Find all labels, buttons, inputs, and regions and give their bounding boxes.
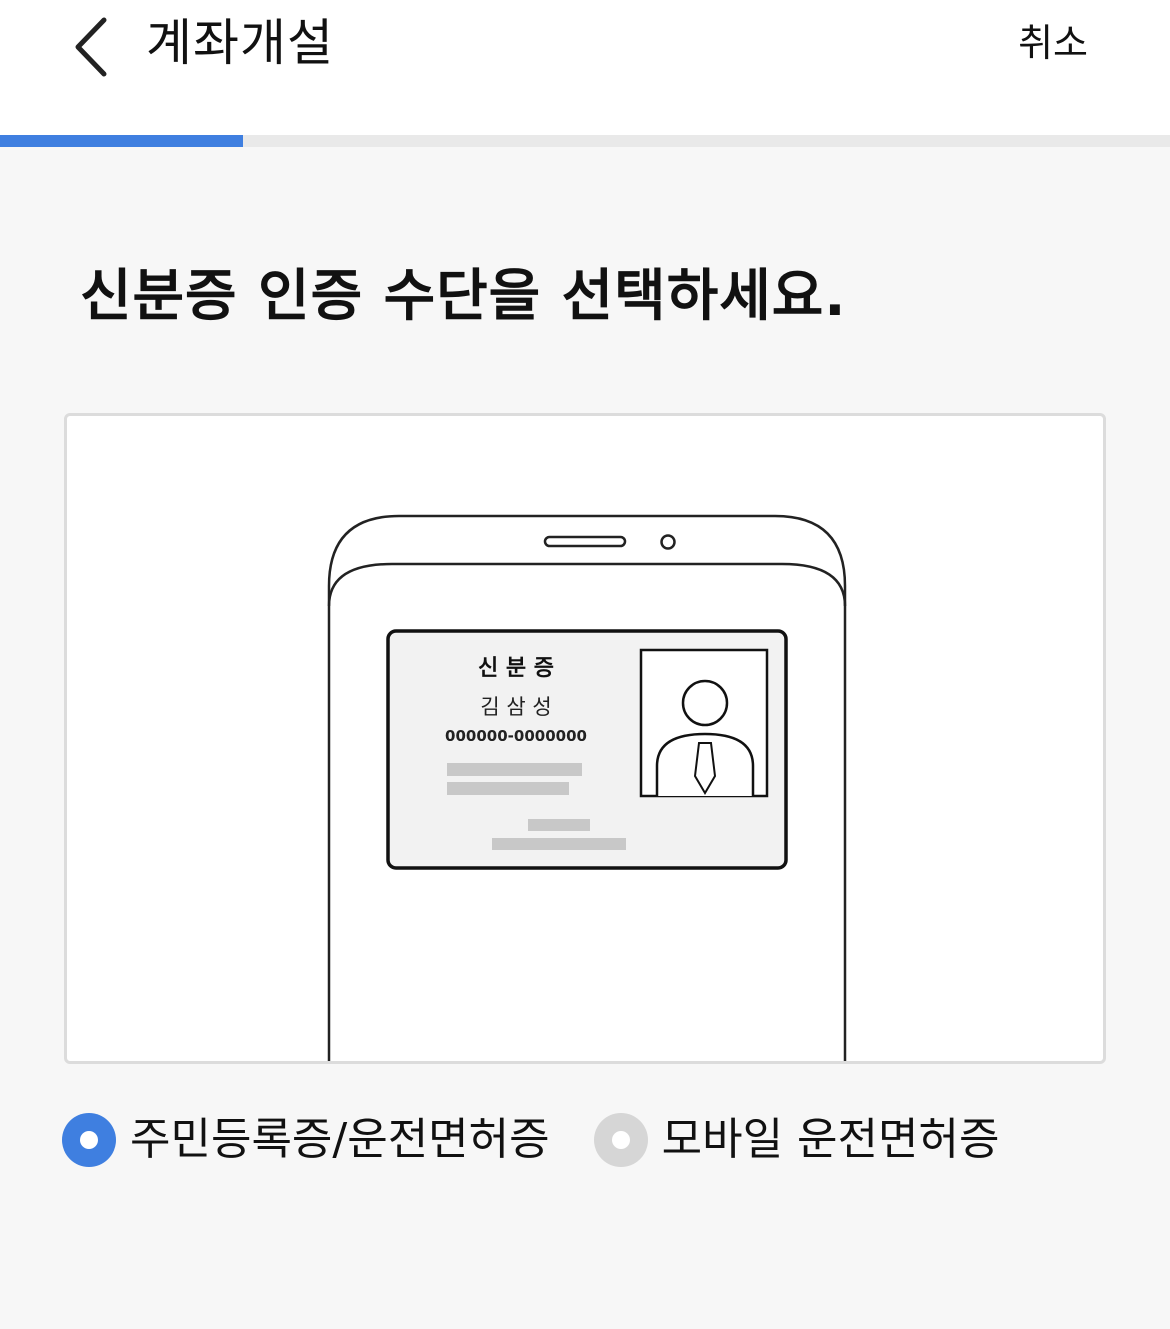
id-card-icon: 신 분 증 김 삼 성 000000-0000000 xyxy=(386,629,788,870)
app-header: 계좌개설 취소 xyxy=(0,0,1170,135)
chevron-left-icon xyxy=(75,17,107,77)
progress-bar xyxy=(0,135,1170,147)
placeholder-bar xyxy=(492,838,626,850)
id-method-options: 주민등록증/운전면허증 모바일 운전면허증 xyxy=(62,1108,1043,1172)
placeholder-bar xyxy=(447,763,582,776)
camera-icon xyxy=(660,534,676,550)
placeholder-bar xyxy=(528,819,590,831)
option-label-mobile-license: 모바일 운전면허증 xyxy=(661,1114,1000,1165)
radio-button-resident-license[interactable] xyxy=(62,1113,116,1167)
page-title: 계좌개설 xyxy=(146,14,334,72)
id-card-name: 김 삼 성 xyxy=(480,695,551,719)
radio-button-mobile-license[interactable] xyxy=(593,1113,648,1167)
radio-dot xyxy=(611,1131,630,1149)
back-button[interactable] xyxy=(60,12,124,82)
option-resident-license[interactable]: 주민등록증/운전면허증 xyxy=(62,1110,550,1170)
cancel-button[interactable]: 취소 xyxy=(1018,18,1088,68)
id-illustration-box: 신 분 증 김 삼 성 000000-0000000 xyxy=(64,413,1106,1064)
progress-bar-fill xyxy=(0,135,244,147)
id-card-title: 신 분 증 xyxy=(478,656,554,681)
radio-dot xyxy=(80,1131,98,1149)
placeholder-bar xyxy=(447,782,569,795)
option-label-resident-license: 주민등록증/운전면허증 xyxy=(130,1114,550,1165)
phone-id-card-illustration: 신 분 증 김 삼 성 000000-0000000 xyxy=(327,514,847,1061)
option-mobile-license[interactable]: 모바일 운전면허증 xyxy=(593,1110,1000,1170)
id-card-number: 000000-0000000 xyxy=(445,727,587,745)
headline: 신분증 인증 수단을 선택하세요. xyxy=(80,264,847,329)
speaker-icon xyxy=(543,535,627,548)
